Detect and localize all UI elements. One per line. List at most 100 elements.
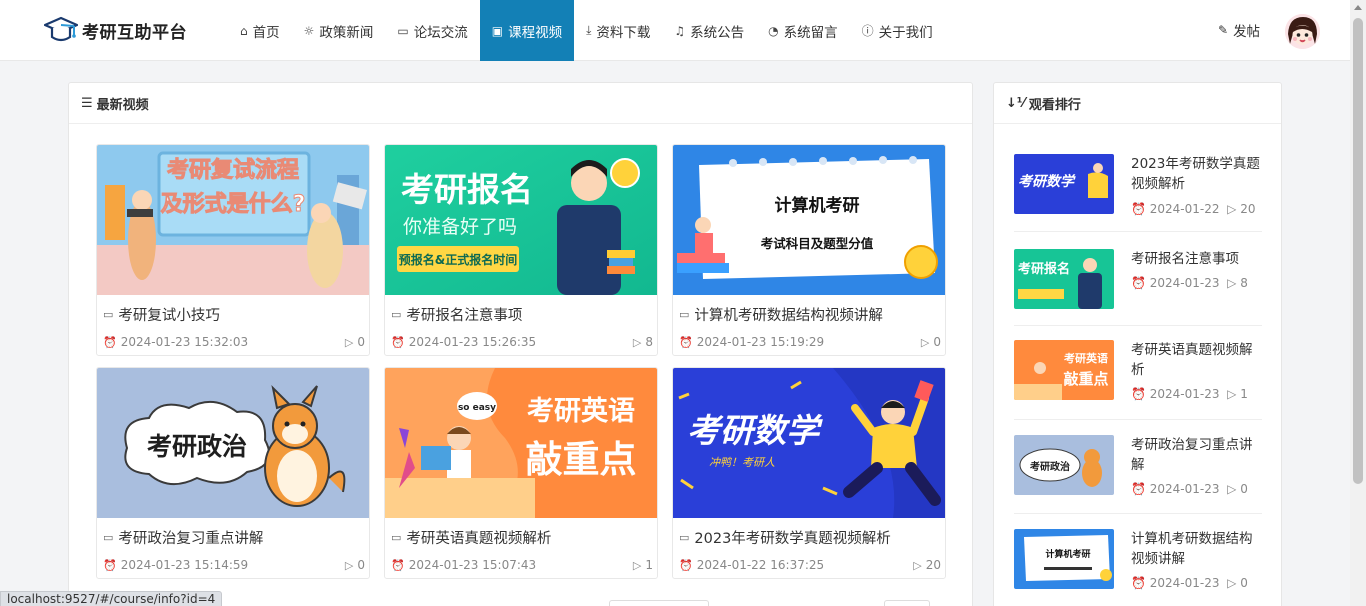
play-circle-icon: ▷ xyxy=(632,336,642,349)
ranking-item[interactable]: 考研政治 考研政治复习重点讲解 ⏰ 2024-01-23 ▷ 0 xyxy=(1014,420,1262,514)
ranking-date: 2024-01-23 xyxy=(1149,387,1220,401)
bell-icon: ♫ xyxy=(674,23,686,38)
play-circle-icon: ▷ xyxy=(1227,276,1241,290)
video-thumbnail: 计算机考研 考试科目及题型分值 xyxy=(673,145,945,295)
video-views-count: 0 xyxy=(933,335,941,349)
thumbnail-caption: 考研报名 xyxy=(1018,261,1070,277)
video-camera-icon: ▣ xyxy=(491,23,504,38)
nav-about-us[interactable]: ⓘ 关于我们 xyxy=(850,0,945,61)
brand-logo[interactable]: 考研互助平台 xyxy=(44,13,187,47)
scrollbar-thumb[interactable] xyxy=(1353,18,1363,484)
video-views: ▷ 0 xyxy=(921,335,941,349)
pagination-button[interactable] xyxy=(609,600,709,606)
ranking-views: 20 xyxy=(1240,202,1256,216)
thumbnail-caption: 预报名&正式报名时间 xyxy=(399,252,517,267)
ranking-item[interactable]: 考研英语 敲重点 考研英语真题视频解析 ⏰ 2024-01-23 ▷ 1 xyxy=(1014,326,1262,420)
thumbnail-caption: so easy xyxy=(458,403,496,413)
ranking-item[interactable]: 计算机考研 计算机考研数据结构视频讲解 ⏰ 2024-01-23 ▷ 0 xyxy=(1014,514,1262,606)
video-title: ▭ 考研政治复习重点讲解 xyxy=(103,527,369,548)
video-card[interactable]: 考研复试流程 及形式是什么? ▭ 考研复试小技巧 ⏰ 2024-01-23 15:3… xyxy=(96,144,370,356)
scroll-up-arrow-icon[interactable] xyxy=(1354,5,1362,10)
ranking-item[interactable]: 考研数学 2023年考研数学真题视频解析 ⏰ 2024-01-22 ▷ 20 xyxy=(1014,138,1262,232)
video-card[interactable]: so easy 考研英语 敲重点 ▭ 考研英语真题视频解析 ⏰ 2024-01-23… xyxy=(384,367,658,579)
nav-course-videos[interactable]: ▣ 课程视频 xyxy=(479,0,575,61)
video-title-text: 计算机考研数据结构视频讲解 xyxy=(694,308,883,324)
video-date-text: 2024-01-22 16:37:25 xyxy=(696,558,825,572)
thumbnail-jisuanji: 计算机考研 考试科目及题型分值 xyxy=(673,145,945,295)
ranking-thumbnail: 考研政治 xyxy=(1014,435,1114,495)
graduation-cap-icon xyxy=(44,16,78,42)
video-meta: ⏰ 2024-01-23 15:32:03 ▷ 0 xyxy=(103,335,365,349)
ranking-item[interactable]: 考研报名 考研报名注意事项 ⏰ 2024-01-23 ▷ 8 xyxy=(1014,232,1262,326)
video-thumbnail: 考研政治 xyxy=(97,368,369,518)
video-title: ▭ 考研英语真题视频解析 xyxy=(391,527,657,548)
clock-icon: ⏰ xyxy=(679,336,693,349)
play-circle-icon: ▷ xyxy=(920,336,930,349)
thumbnail-caption: 敲重点 xyxy=(526,438,637,481)
clock-icon: ⏰ xyxy=(1131,202,1150,216)
video-card[interactable]: 考研政治 ▭ 考研政治复习重点讲解 ⏰ 2024-01-23 15:14:59 ▷ 0 xyxy=(96,367,370,579)
user-avatar[interactable] xyxy=(1285,14,1320,49)
video-thumbnail: 考研复试流程 及形式是什么? xyxy=(97,145,369,295)
play-circle-icon: ▷ xyxy=(344,559,354,572)
ranking-meta: ⏰ 2024-01-23 ▷ 0 xyxy=(1131,482,1248,496)
play-circle-icon: ▷ xyxy=(632,559,642,572)
ranking-meta: ⏰ 2024-01-22 ▷ 20 xyxy=(1131,202,1255,216)
thumbnail-baoming: 考研报名 你准备好了吗 预报名&正式报名时间 xyxy=(385,145,657,295)
video-date: ⏰ 2024-01-23 15:14:59 xyxy=(103,558,248,572)
thumbnail-caption: 考研英语 xyxy=(1064,351,1108,365)
nav-messages[interactable]: ◔ 系统留言 xyxy=(756,0,849,61)
ranking-date: 2024-01-23 xyxy=(1149,482,1220,496)
video-meta: ⏰ 2024-01-23 15:19:29 ▷ 0 xyxy=(679,335,941,349)
play-circle-icon: ▷ xyxy=(1227,576,1241,590)
thumbnail-caption: 考研复试流程 xyxy=(167,157,299,183)
vertical-scrollbar[interactable] xyxy=(1350,0,1366,606)
play-circle-icon: ▷ xyxy=(913,559,922,572)
post-button[interactable]: ✎ 发帖 xyxy=(1218,20,1260,40)
rank-thumb-baoming: 考研报名 xyxy=(1014,249,1114,309)
clock-icon: ⏰ xyxy=(1131,576,1150,590)
info-icon: ⓘ xyxy=(861,24,874,38)
ranking-views: 0 xyxy=(1240,576,1248,590)
rank-thumb-jisuanji: 计算机考研 xyxy=(1014,529,1114,589)
video-views-count: 1 xyxy=(645,558,653,572)
ranking-date: 2024-01-22 xyxy=(1149,202,1220,216)
video-card[interactable]: 计算机考研 考试科目及题型分值 ▭ 计算机考研数据结构视频讲解 ⏰ 2024-01-… xyxy=(672,144,946,356)
thumbnail-caption: 敲重点 xyxy=(1063,370,1108,388)
nav-announcements[interactable]: ♫ 系统公告 xyxy=(662,0,756,61)
video-card[interactable]: 考研数学 冲鸭！考研人 ▭ 2023年考研数学真题视频解析 ⏰ 2024-01-22… xyxy=(672,367,946,579)
sun-icon: ☼ xyxy=(303,23,315,38)
panel-title: 最新视频 xyxy=(96,97,149,113)
video-card[interactable]: 考研报名 你准备好了吗 预报名&正式报名时间 ▭ 考研报名注意事项 ⏰ 2024-0… xyxy=(384,144,658,356)
nav-home[interactable]: ⌂ 首页 xyxy=(228,0,292,61)
video-views: ▷ 1 xyxy=(633,558,653,572)
video-views-count: 0 xyxy=(357,335,365,349)
video-views: ▷ 8 xyxy=(633,335,653,349)
video-meta: ⏰ 2024-01-22 16:37:25 ▷ 20 xyxy=(679,558,941,572)
video-title: ▭ 计算机考研数据结构视频讲解 xyxy=(679,304,945,325)
thumbnail-caption: 考研数学 xyxy=(687,411,823,450)
sort-icon: ↓⅟ xyxy=(1006,95,1025,111)
message-icon: ◔ xyxy=(768,23,779,38)
video-icon: ▭ xyxy=(103,308,114,321)
video-icon: ▭ xyxy=(679,531,690,544)
ranking-views: 0 xyxy=(1240,482,1248,496)
nav-forum[interactable]: ▭ 论坛交流 xyxy=(385,0,479,61)
thumbnail-caption: 考研报名 xyxy=(401,170,533,209)
clock-icon: ⏰ xyxy=(391,336,405,349)
video-meta: ⏰ 2024-01-23 15:26:35 ▷ 8 xyxy=(391,335,653,349)
nav-policy-news[interactable]: ☼ 政策新闻 xyxy=(292,0,386,61)
video-views: ▷ 20 xyxy=(913,558,941,572)
video-date: ⏰ 2024-01-23 15:32:03 xyxy=(103,335,248,349)
thumbnail-caption: 考研政治 xyxy=(147,432,247,461)
nav-label: 系统公告 xyxy=(690,24,745,41)
ranking-date: 2024-01-23 xyxy=(1149,276,1220,290)
video-date-text: 2024-01-23 15:26:35 xyxy=(408,335,537,349)
rank-thumb-yingyu: 考研英语 敲重点 xyxy=(1014,340,1114,400)
pagination-button[interactable] xyxy=(884,600,930,606)
ranking-title: 考研英语真题视频解析 xyxy=(1131,342,1253,378)
nav-downloads[interactable]: ⤓ 资料下载 xyxy=(574,0,662,61)
video-title-text: 考研政治复习重点讲解 xyxy=(118,531,264,547)
ranking-date: 2024-01-23 xyxy=(1149,576,1220,590)
video-date: ⏰ 2024-01-23 15:19:29 xyxy=(679,335,824,349)
